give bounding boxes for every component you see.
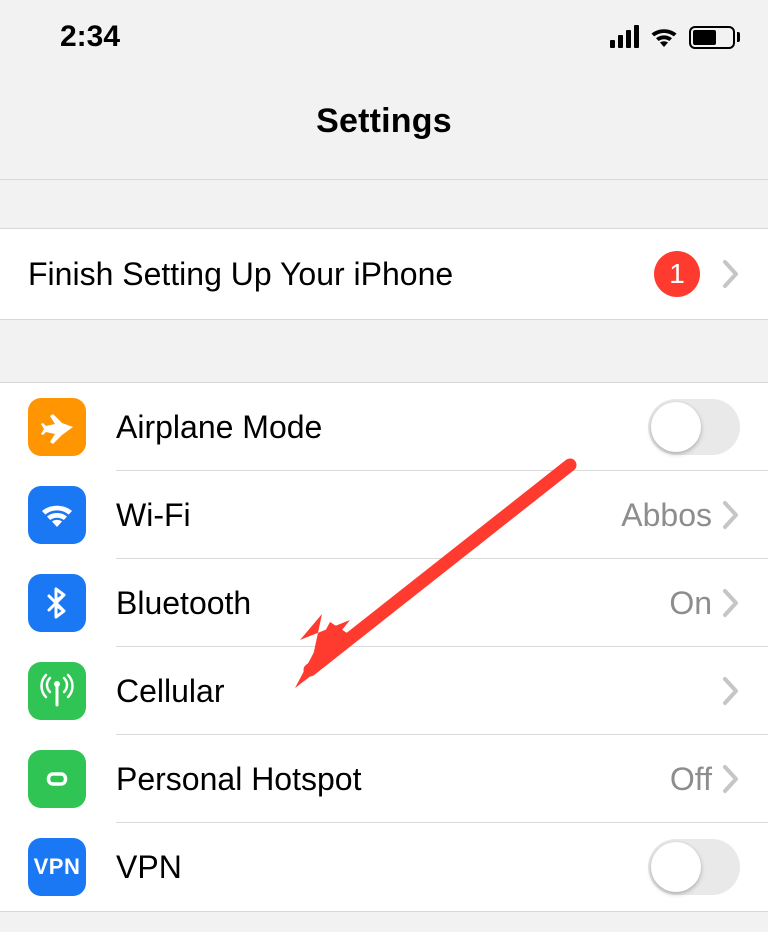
- chevron-right-icon: [722, 500, 740, 530]
- wifi-value: Abbos: [621, 497, 712, 534]
- airplane-mode-row[interactable]: Airplane Mode: [0, 383, 768, 471]
- vpn-label: VPN: [116, 849, 648, 886]
- vpn-icon: VPN: [28, 838, 86, 896]
- chevron-right-icon: [722, 259, 740, 289]
- setup-section: Finish Setting Up Your iPhone 1: [0, 228, 768, 320]
- chevron-right-icon: [722, 588, 740, 618]
- wifi-icon: [28, 486, 86, 544]
- cellular-label: Cellular: [116, 673, 722, 710]
- page-header: Settings: [0, 66, 768, 180]
- connectivity-section: Airplane Mode Wi-Fi Abbos Bluetooth On: [0, 382, 768, 912]
- hotspot-icon: [28, 750, 86, 808]
- airplane-icon: [28, 398, 86, 456]
- vpn-icon-text: VPN: [34, 854, 81, 880]
- vpn-row[interactable]: VPN VPN: [0, 823, 768, 911]
- hotspot-row[interactable]: Personal Hotspot Off: [0, 735, 768, 823]
- wifi-row[interactable]: Wi-Fi Abbos: [0, 471, 768, 559]
- chevron-right-icon: [722, 676, 740, 706]
- cellular-icon: [28, 662, 86, 720]
- status-time: 2:34: [60, 20, 120, 54]
- hotspot-value: Off: [670, 761, 712, 798]
- airplane-mode-toggle[interactable]: [648, 399, 740, 455]
- hotspot-label: Personal Hotspot: [116, 761, 670, 798]
- bluetooth-value: On: [669, 585, 712, 622]
- bluetooth-icon: [28, 574, 86, 632]
- page-title: Settings: [0, 102, 768, 141]
- battery-icon: [689, 26, 740, 49]
- bluetooth-row[interactable]: Bluetooth On: [0, 559, 768, 647]
- chevron-right-icon: [722, 764, 740, 794]
- finish-setup-row[interactable]: Finish Setting Up Your iPhone 1: [0, 229, 768, 319]
- wifi-label: Wi-Fi: [116, 497, 621, 534]
- bluetooth-label: Bluetooth: [116, 585, 669, 622]
- wifi-status-icon: [649, 26, 679, 48]
- finish-setup-label: Finish Setting Up Your iPhone: [28, 256, 654, 293]
- vpn-toggle[interactable]: [648, 839, 740, 895]
- cellular-signal-icon: [610, 26, 639, 48]
- notification-badge: 1: [654, 251, 700, 297]
- cellular-row[interactable]: Cellular: [0, 647, 768, 735]
- status-indicators: [610, 26, 740, 49]
- airplane-mode-label: Airplane Mode: [116, 409, 648, 446]
- status-bar: 2:34: [0, 0, 768, 66]
